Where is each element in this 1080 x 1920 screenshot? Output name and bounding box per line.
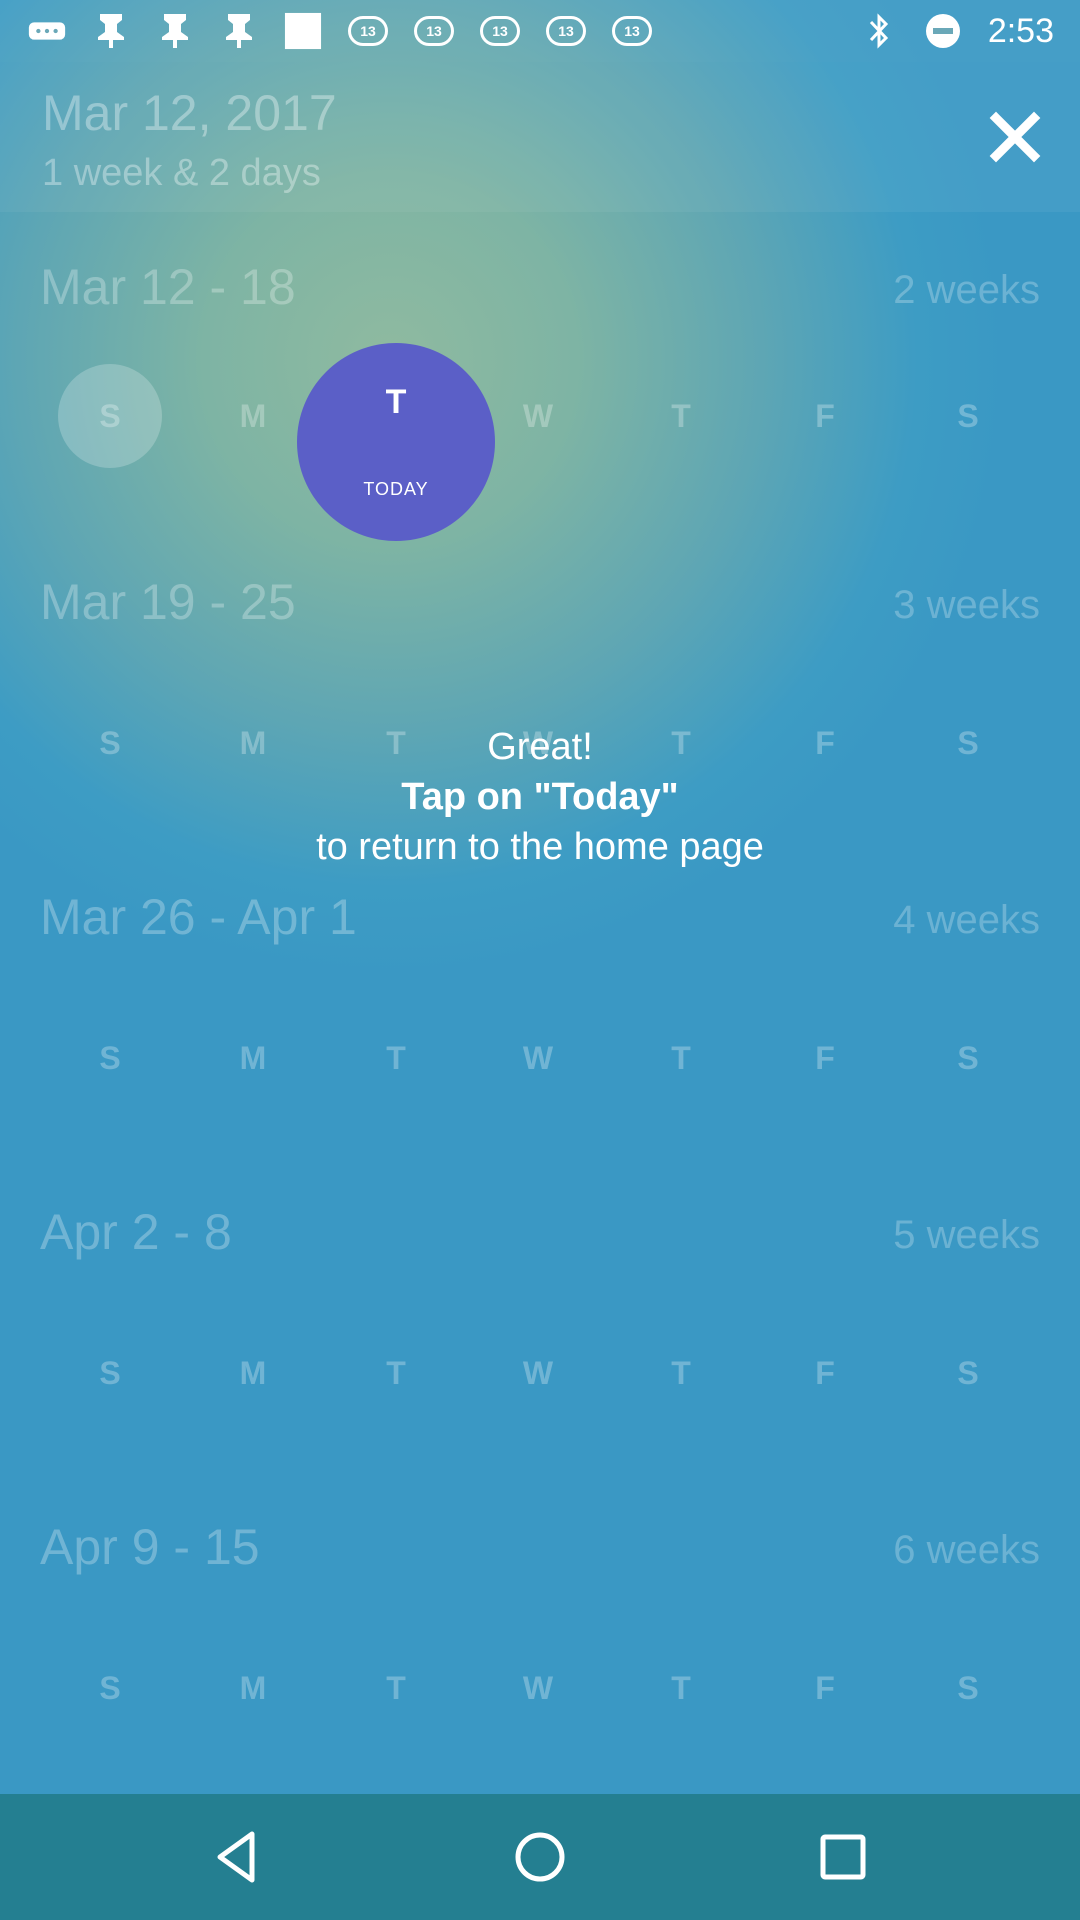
clock: 2:53	[987, 11, 1054, 50]
back-button[interactable]	[204, 1824, 270, 1890]
week-range: Mar 19 - 25	[40, 574, 296, 630]
day-saturday[interactable]: S	[916, 1018, 1020, 1098]
day-thursday[interactable]: T	[629, 1018, 733, 1098]
home-button[interactable]	[507, 1824, 573, 1890]
pinterest-icon	[220, 14, 258, 48]
day-wednesday[interactable]: W	[486, 1648, 590, 1728]
abc13-icon: 13	[348, 16, 388, 46]
day-monday[interactable]: M	[201, 1648, 305, 1728]
back-icon	[217, 1831, 255, 1883]
day-friday[interactable]: F	[773, 1018, 877, 1098]
day-friday[interactable]: F	[773, 1648, 877, 1728]
hint-line-2: Tap on "Today"	[401, 776, 679, 818]
today-label: TODAY	[363, 479, 429, 499]
close-button[interactable]	[984, 106, 1046, 168]
home-icon	[515, 1832, 565, 1882]
day-saturday[interactable]: S	[916, 1333, 1020, 1413]
day-monday[interactable]: M	[201, 376, 305, 456]
header: Mar 12, 2017 1 week & 2 days	[0, 62, 1080, 212]
week-count: 4 weeks	[893, 898, 1040, 942]
week-count: 3 weeks	[893, 583, 1040, 627]
day-monday[interactable]: M	[201, 1018, 305, 1098]
today-day-letter: T	[385, 383, 407, 421]
week-row: Mar 26 - Apr 1 4 weeks S M T W T F S	[0, 888, 1080, 1203]
week-range: Mar 26 - Apr 1	[40, 889, 357, 945]
day-sunday[interactable]: S	[58, 1018, 162, 1098]
day-row: S M W T F S	[0, 364, 1080, 468]
day-row: S M T W T F S	[0, 1333, 1080, 1413]
week-row: Apr 9 - 15 6 weeks S M T W T F S	[0, 1518, 1080, 1833]
week-count: 5 weeks	[893, 1213, 1040, 1257]
square-icon	[284, 12, 322, 50]
day-sunday-selected[interactable]: S	[58, 364, 162, 468]
bluetooth-icon	[860, 13, 898, 49]
week-count: 6 weeks	[893, 1528, 1040, 1572]
hint-line-1: Great!	[487, 726, 593, 768]
day-sunday[interactable]: S	[58, 1648, 162, 1728]
day-saturday[interactable]: S	[916, 1648, 1020, 1728]
day-wednesday[interactable]: W	[486, 1333, 590, 1413]
abc13-icon: 13	[414, 16, 454, 46]
screen: 13 13 13 13 13 2:53 Mar 12, 2017 1 week …	[0, 0, 1080, 1920]
week-range: Apr 9 - 15	[40, 1519, 260, 1575]
close-icon	[989, 111, 1041, 163]
day-friday[interactable]: F	[773, 1333, 877, 1413]
day-row: S M T W T F S	[0, 1648, 1080, 1728]
abc13-icon: 13	[612, 16, 652, 46]
day-wednesday[interactable]: W	[486, 1018, 590, 1098]
pinterest-icon	[92, 14, 130, 48]
day-thursday[interactable]: T	[629, 1648, 733, 1728]
day-tuesday[interactable]: T	[344, 1648, 448, 1728]
day-saturday[interactable]: S	[916, 376, 1020, 456]
day-tuesday[interactable]: T	[344, 1333, 448, 1413]
day-friday[interactable]: F	[773, 376, 877, 456]
day-monday[interactable]: M	[201, 1333, 305, 1413]
week-range: Apr 2 - 8	[40, 1204, 232, 1260]
day-tuesday[interactable]: T	[344, 1018, 448, 1098]
hint-line-3: to return to the home page	[316, 826, 764, 868]
pregnancy-duration: 1 week & 2 days	[42, 152, 321, 194]
today-button[interactable]: T TODAY	[297, 343, 495, 541]
day-sunday[interactable]: S	[58, 1333, 162, 1413]
day-row: S M T W T F S	[0, 1018, 1080, 1098]
day-wednesday[interactable]: W	[486, 376, 590, 456]
week-count: 2 weeks	[893, 268, 1040, 312]
day-thursday[interactable]: T	[629, 376, 733, 456]
week-row: Mar 12 - 18 2 weeks S M W T F S	[0, 258, 1080, 573]
pinterest-icon	[156, 14, 194, 48]
week-range: Mar 12 - 18	[40, 259, 296, 315]
selected-date: Mar 12, 2017	[42, 85, 337, 141]
tutorial-hint: Great! Tap on "Today" to return to the h…	[0, 722, 1080, 872]
more-icon	[28, 14, 66, 48]
status-bar: 13 13 13 13 13 2:53	[0, 0, 1080, 62]
recents-icon	[820, 1834, 866, 1880]
day-thursday[interactable]: T	[629, 1333, 733, 1413]
navigation-bar	[0, 1794, 1080, 1920]
abc13-icon: 13	[480, 16, 520, 46]
week-row: Apr 2 - 8 5 weeks S M T W T F S	[0, 1203, 1080, 1518]
recents-button[interactable]	[810, 1824, 876, 1890]
do-not-disturb-icon	[924, 14, 962, 48]
abc13-icon: 13	[546, 16, 586, 46]
